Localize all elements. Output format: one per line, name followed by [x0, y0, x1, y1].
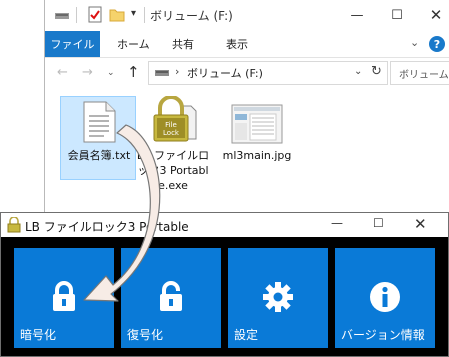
svg-text:File: File	[165, 121, 177, 129]
tile-label: バージョン情報	[341, 328, 425, 342]
refresh-icon[interactable]: ↻	[371, 64, 382, 79]
tab-file[interactable]: ファイル	[45, 31, 100, 57]
minimize-button[interactable]: —	[338, 4, 376, 26]
address-bar[interactable]: › ボリューム (F:) ⌄ ↻	[148, 61, 388, 85]
recent-locations-icon[interactable]: ⌄	[107, 68, 115, 78]
address-text: ボリューム (F:)	[187, 67, 263, 80]
gear-icon	[263, 282, 293, 312]
unlock-icon	[160, 281, 182, 311]
new-folder-icon[interactable]	[109, 6, 125, 22]
maximize-button[interactable]: ☐	[378, 4, 416, 26]
window-title: ボリューム (F:)	[150, 9, 233, 23]
drive-icon	[55, 13, 69, 19]
filelock-app-icon	[7, 217, 21, 233]
help-button[interactable]: ?	[429, 36, 445, 52]
version-info-tile[interactable]: バージョン情報	[335, 248, 435, 348]
ribbon-tabs: ファイル ホーム 共有 表示 ⌄ ?	[45, 31, 449, 58]
decrypt-tile[interactable]: 復号化	[121, 248, 221, 348]
tab-share[interactable]: 共有	[172, 36, 194, 52]
tile-label: 暗号化	[20, 328, 57, 342]
filelock-window: LB ファイルロック3 Portable — ☐ ✕ 暗号化 復号化 設定 バー…	[0, 212, 449, 357]
filelock-titlebar: LB ファイルロック3 Portable — ☐ ✕	[1, 213, 448, 237]
image-file-icon	[231, 104, 283, 144]
encrypt-tile[interactable]: 暗号化	[14, 248, 114, 348]
tab-home[interactable]: ホーム	[117, 36, 150, 52]
settings-tile[interactable]: 設定	[228, 248, 328, 348]
window-title: LB ファイルロック3 Portable	[25, 220, 189, 234]
file-item[interactable]: File Lock LB ファイルロック3 Portable.exe	[135, 96, 211, 206]
expand-ribbon-icon[interactable]: ⌄	[410, 36, 419, 49]
back-icon[interactable]: ←	[57, 65, 68, 80]
maximize-button[interactable]: ☐	[373, 216, 384, 230]
file-name: 会員名簿.txt	[67, 149, 131, 162]
navigation-bar: ← → ⌄ ↑ › ボリューム (F:) ⌄ ↻ ボリューム	[45, 58, 449, 88]
close-button[interactable]: ✕	[414, 215, 427, 233]
properties-icon[interactable]	[88, 6, 102, 23]
info-icon	[370, 282, 400, 312]
tab-view[interactable]: 表示	[226, 36, 248, 52]
breadcrumb-chevron-icon: ›	[175, 65, 180, 78]
drive-icon	[155, 70, 169, 76]
address-dropdown-icon[interactable]: ⌄	[354, 66, 362, 77]
explorer-window: ▾ ボリューム (F:) — ☐ ✕ ファイル ホーム 共有 表示 ⌄ ? ← …	[44, 0, 449, 214]
search-placeholder: ボリューム	[399, 70, 449, 81]
tile-label: 復号化	[127, 328, 164, 342]
search-input[interactable]: ボリューム	[390, 61, 449, 85]
file-item[interactable]: ml3main.jpg	[219, 96, 295, 180]
file-name: ml3main.jpg	[222, 149, 292, 162]
explorer-titlebar: ▾ ボリューム (F:) — ☐ ✕	[45, 0, 449, 31]
separator	[144, 7, 145, 23]
text-file-icon	[83, 101, 116, 143]
minimize-button[interactable]: —	[331, 216, 343, 230]
svg-text:Lock: Lock	[163, 129, 180, 137]
lock-icon	[53, 281, 75, 311]
file-item[interactable]: 会員名簿.txt	[60, 96, 136, 180]
filelock-app-icon: File Lock	[153, 96, 197, 142]
file-name: LB ファイルロック3 Portable.exe	[136, 149, 210, 192]
forward-icon[interactable]: →	[82, 65, 93, 80]
tile-label: 設定	[234, 328, 259, 342]
up-icon[interactable]: ↑	[127, 63, 140, 81]
quick-access-dropdown-icon[interactable]: ▾	[131, 8, 136, 19]
separator	[76, 7, 77, 23]
close-button[interactable]: ✕	[417, 4, 449, 26]
